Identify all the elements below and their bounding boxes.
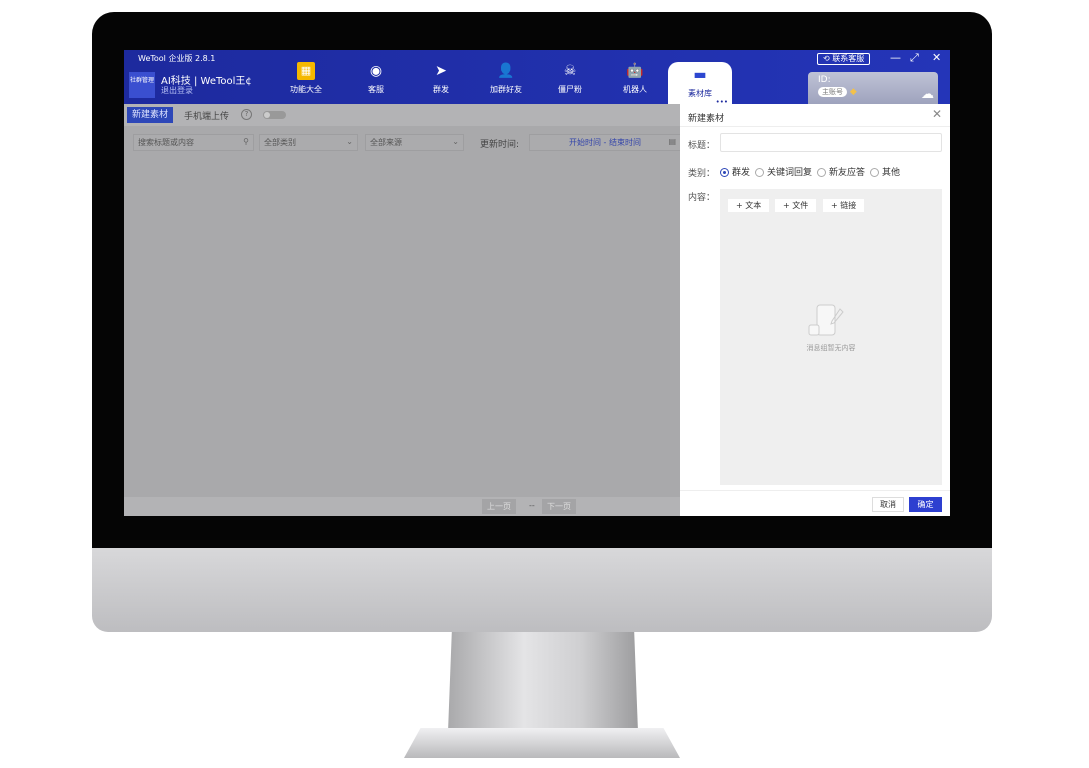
app-title: WeTool 企业版 2.8.1 <box>138 54 216 63</box>
radio-broadcast[interactable]: 群发 <box>720 165 750 178</box>
nav-label: 功能大全 <box>290 85 322 94</box>
nav-label: 僵尸粉 <box>558 85 582 94</box>
search-placeholder: 搜索标题或内容 <box>138 138 194 147</box>
next-page-button[interactable]: 下一页 <box>542 499 576 514</box>
toolbar: 新建素材 手机端上传 ? <box>124 104 680 126</box>
add-file-button[interactable]: + 文件 <box>775 199 817 212</box>
content-label: 内容： <box>688 193 716 203</box>
folder-icon: ▬ <box>693 67 707 83</box>
pagination: 上一页 -- 下一页 <box>124 497 680 516</box>
nav-features[interactable]: ▦ 功能大全 <box>274 62 338 95</box>
send-icon: ➤ <box>435 63 447 79</box>
content-area: + 文本 + 文件 + 链接 消息组暂无内容 <box>720 189 942 485</box>
calendar-icon: ▤ <box>668 137 676 146</box>
radio-label: 其他 <box>882 168 901 178</box>
contact-support-button[interactable]: ⟲ 联系客服 <box>817 53 871 65</box>
add-user-icon: 👤 <box>497 63 515 79</box>
new-material-button[interactable]: 新建素材 <box>127 107 174 123</box>
nav-label: 群发 <box>433 85 449 94</box>
monitor-base <box>404 728 680 758</box>
nav-zombie[interactable]: ☠ 僵尸粉 <box>538 62 602 95</box>
radio-label: 关键词回复 <box>767 168 813 178</box>
source-value: 全部来源 <box>370 138 402 147</box>
radio-label: 新友应答 <box>829 168 866 178</box>
radio-icon <box>870 168 880 177</box>
mobile-upload-toggle[interactable] <box>263 111 286 119</box>
account-badge: 主账号 <box>818 87 847 97</box>
nav-service[interactable]: ◉ 客服 <box>344 62 408 95</box>
radio-icon <box>817 168 827 177</box>
maximize-button[interactable]: ⤢ <box>910 51 919 65</box>
title-input[interactable] <box>720 133 942 152</box>
help-icon[interactable]: ? <box>241 109 252 120</box>
nav-materials[interactable]: ▬ 素材库 ••• <box>668 62 732 106</box>
page-separator: -- <box>529 501 535 510</box>
category-select[interactable]: 全部类别 ⌄ <box>259 134 358 151</box>
add-text-button[interactable]: + 文本 <box>728 199 770 212</box>
cancel-button[interactable]: 取消 <box>872 497 904 512</box>
cloud-icon: ☁ <box>921 87 934 102</box>
logo: 社群管理 <box>129 72 155 98</box>
grid-icon: ▦ <box>297 62 315 80</box>
date-range-value: 开始时间 - 结束时间 <box>569 138 641 147</box>
nav-add-friends[interactable]: 👤 加群好友 <box>474 62 538 95</box>
search-icon: ⚲ <box>243 137 249 146</box>
skull-icon: ☠ <box>563 63 577 79</box>
mobile-upload-label: 手机端上传 <box>184 112 230 122</box>
header: WeTool 企业版 2.8.1 社群管理 AI科技 | WeTool王¢ 退出… <box>124 50 950 106</box>
new-material-panel: 新建素材 ✕ 标题： 类别： 群发 关键词回复 新友应答 其他 内容： + 文本… <box>680 104 950 516</box>
chevron-down-icon: ⌄ <box>452 137 459 146</box>
minimize-button[interactable]: — <box>890 51 901 64</box>
category-radio-group: 群发 关键词回复 新友应答 其他 <box>720 165 900 178</box>
confirm-button[interactable]: 确定 <box>909 497 942 512</box>
date-range-input[interactable]: 开始时间 - 结束时间 ▤ <box>529 134 680 151</box>
contact-label: 联系客服 <box>832 54 865 63</box>
radio-other[interactable]: 其他 <box>870 165 900 178</box>
chevron-down-icon: ⌄ <box>346 137 353 146</box>
nav-broadcast[interactable]: ➤ 群发 <box>409 62 473 95</box>
radio-label: 群发 <box>732 168 751 178</box>
diamond-icon: ◆ <box>849 87 857 97</box>
logout-link[interactable]: 退出登录 <box>161 85 193 96</box>
nav-label: 客服 <box>368 85 384 94</box>
category-value: 全部类别 <box>264 138 296 147</box>
radio-checked-icon <box>720 168 729 177</box>
robot-icon: 🤖 <box>626 63 644 79</box>
nav-label: 素材库 <box>688 89 712 98</box>
category-label: 类别： <box>688 169 716 179</box>
headset-icon: ◉ <box>369 63 383 79</box>
close-button[interactable]: ✕ <box>932 51 941 64</box>
nav-label: 加群好友 <box>490 85 522 94</box>
divider <box>680 126 950 127</box>
app-window: WeTool 企业版 2.8.1 社群管理 AI科技 | WeTool王¢ 退出… <box>124 50 950 516</box>
close-icon[interactable]: ✕ <box>932 107 942 121</box>
empty-message: 消息组暂无内容 <box>806 344 856 352</box>
id-label: ID: <box>818 75 831 85</box>
search-input[interactable]: 搜索标题或内容 ⚲ <box>133 134 254 151</box>
account-card[interactable]: ID: 主账号 ◆ ☁ <box>808 72 938 104</box>
empty-document-icon <box>808 304 844 336</box>
panel-title: 新建素材 <box>688 114 725 124</box>
title-label: 标题： <box>688 141 716 151</box>
update-time-label: 更新时间: <box>480 140 520 150</box>
radio-icon <box>755 168 765 177</box>
radio-keyword-reply[interactable]: 关键词回复 <box>755 165 812 178</box>
nav-label: 机器人 <box>623 85 647 94</box>
add-link-button[interactable]: + 链接 <box>823 199 865 212</box>
monitor-chin <box>92 548 992 632</box>
prev-page-button[interactable]: 上一页 <box>482 499 516 514</box>
source-select[interactable]: 全部来源 ⌄ <box>365 134 464 151</box>
divider <box>680 490 950 491</box>
radio-new-friend[interactable]: 新友应答 <box>817 165 865 178</box>
monitor-stand <box>448 632 638 732</box>
nav-robot[interactable]: 🤖 机器人 <box>603 62 667 95</box>
